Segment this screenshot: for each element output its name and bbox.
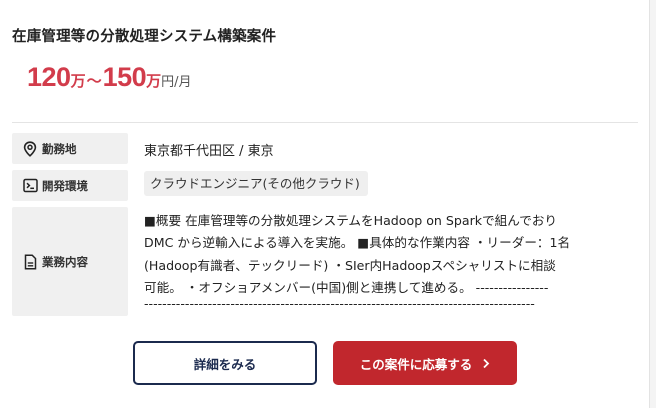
salary-min-unit: 万 <box>70 73 86 90</box>
apply-label: この案件に応募する <box>359 356 473 372</box>
salary-tilde: ～ <box>86 73 102 90</box>
location-label: 勤務地 <box>42 141 77 156</box>
desc-label: 業務内容 <box>42 254 88 269</box>
apply-button[interactable]: この案件に応募する <box>333 341 517 385</box>
job-title[interactable]: 在庫管理等の分散処理システム構築案件 <box>12 25 276 46</box>
salary-max-unit: 万 <box>146 73 162 90</box>
location-value: 東京都千代田区 / 東京 <box>144 144 274 159</box>
job-description: ■概要 在庫管理等の分散処理システムをHadoop on Sparkで組んでおり… <box>144 210 639 310</box>
description-line: 可能。 ・オフショアメンバー(中国)側と連携して進める。 -----------… <box>144 279 549 295</box>
salary-min: 120 <box>27 62 71 92</box>
desc-label-box: 業務内容 <box>12 207 128 316</box>
description-line: (Hadoop有識者、テックリード) ・SIer内Hadoopスペシャリストに相… <box>144 257 556 273</box>
job-card: 在庫管理等の分散処理システム構築案件 120万～150万円/月 勤務地 東京都千… <box>0 0 650 408</box>
document-icon <box>22 253 38 270</box>
description-line: DMC から逆輸入による導入を実施。 ■具体的な作業内容 ・リーダー：1名 <box>144 235 571 251</box>
map-pin-icon <box>22 140 38 157</box>
env-tag: クラウドエンジニア(その他クラウド) <box>144 171 368 196</box>
view-details-button[interactable]: 詳細をみる <box>133 341 317 385</box>
view-details-label: 詳細をみる <box>193 356 257 372</box>
description-line-truncated: ----------------------------------------… <box>144 299 535 311</box>
divider <box>12 122 638 123</box>
terminal-icon <box>22 178 38 194</box>
chevron-right-icon <box>482 358 490 369</box>
env-label: 開発環境 <box>42 178 88 193</box>
description-line: ■概要 在庫管理等の分散処理システムをHadoop on Sparkで組んでおり <box>144 213 558 228</box>
location-label-box: 勤務地 <box>12 133 128 164</box>
salary-period-unit: 円/月 <box>161 75 192 90</box>
env-label-box: 開発環境 <box>12 170 128 201</box>
salary: 120万～150万円/月 <box>27 62 192 93</box>
salary-max: 150 <box>102 62 147 92</box>
